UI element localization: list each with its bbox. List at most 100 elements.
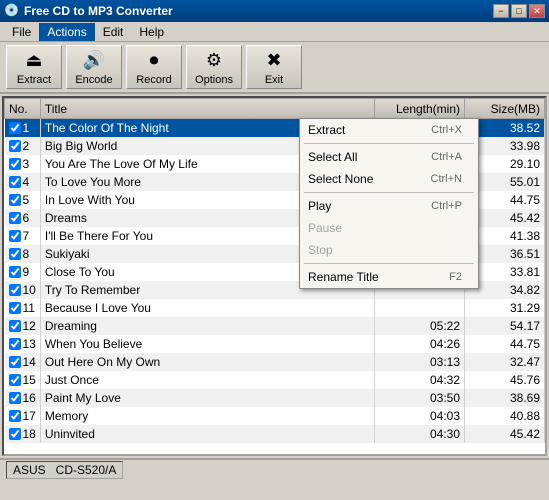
ctx-select-none-label: Select None [308,172,373,186]
track-number: 18 [23,427,36,441]
table-row[interactable]: 16Paint My Love03:5038.69 [5,389,545,407]
track-number: 17 [23,409,36,423]
title-bar: 💿 Free CD to MP3 Converter − □ ✕ [0,0,549,22]
col-header-check: No. [5,99,41,119]
track-length: 04:03 [375,407,465,425]
ctx-sep-2 [304,192,474,193]
options-label: Options [195,74,233,86]
maximize-button[interactable]: □ [511,4,527,18]
track-number-cell: 13 [5,335,41,353]
ctx-select-all[interactable]: Select All Ctrl+A [300,146,478,168]
track-number-cell: 10 [5,281,41,299]
ctx-select-none[interactable]: Select None Ctrl+N [300,168,478,190]
status-panel: ASUS CD-S520/A [6,461,123,479]
track-length: 04:30 [375,425,465,443]
ctx-rename-shortcut: F2 [449,271,462,283]
table-row[interactable]: 18Uninvited04:3045.42 [5,425,545,443]
extract-button[interactable]: ⏏ Extract [6,45,62,89]
ctx-pause: Pause [300,217,478,239]
track-length: 05:22 [375,317,465,335]
track-number: 5 [23,193,30,207]
track-checkbox[interactable] [9,392,21,404]
menu-actions[interactable]: Actions [39,23,94,41]
ctx-play[interactable]: Play Ctrl+P [300,195,478,217]
record-button[interactable]: ⏺ Record [126,45,182,89]
track-checkbox[interactable] [9,410,21,422]
track-checkbox[interactable] [9,356,21,368]
track-checkbox[interactable] [9,212,21,224]
track-size: 31.29 [465,299,545,317]
track-length: 04:26 [375,335,465,353]
track-number: 15 [23,373,36,387]
track-number: 3 [23,157,30,171]
menu-edit[interactable]: Edit [95,23,132,41]
ctx-sep-1 [304,143,474,144]
track-checkbox[interactable] [9,374,21,386]
options-button[interactable]: ⚙ Options [186,45,242,89]
track-checkbox[interactable] [9,284,21,296]
encode-icon: 🔊 [82,48,106,72]
track-checkbox[interactable] [9,428,21,440]
exit-button[interactable]: ✖ Exit [246,45,302,89]
track-number: 4 [23,175,30,189]
track-number-cell: 17 [5,407,41,425]
track-size: 40.88 [465,407,545,425]
ctx-select-all-shortcut: Ctrl+A [431,151,462,163]
ctx-pause-label: Pause [308,221,342,235]
table-row[interactable]: 14Out Here On My Own03:1332.47 [5,353,545,371]
menu-file[interactable]: File [4,23,39,41]
ctx-rename-title[interactable]: Rename Title F2 [300,266,478,288]
ctx-rename-label: Rename Title [308,270,379,284]
ctx-extract[interactable]: Extract Ctrl+X [300,119,478,141]
main-content: No. Title Length(min) Size(MB) 1The Colo… [2,96,547,456]
context-menu: Extract Ctrl+X Select All Ctrl+A Select … [299,118,479,289]
title-bar-left: 💿 Free CD to MP3 Converter [4,3,173,19]
track-checkbox[interactable] [9,320,21,332]
track-number-cell: 9 [5,263,41,281]
track-checkbox[interactable] [9,230,21,242]
track-number-cell: 6 [5,209,41,227]
track-number-cell: 5 [5,191,41,209]
track-checkbox[interactable] [9,158,21,170]
encode-button[interactable]: 🔊 Encode [66,45,122,89]
track-number-cell: 2 [5,137,41,155]
toolbar: ⏏ Extract 🔊 Encode ⏺ Record ⚙ Options ✖ … [0,42,549,94]
ctx-select-all-label: Select All [308,150,357,164]
table-row[interactable]: 17 Memory04:0340.88 [5,407,545,425]
menu-bar: File Actions Edit Help [0,22,549,42]
track-checkbox[interactable] [9,122,21,134]
track-checkbox[interactable] [9,266,21,278]
track-checkbox[interactable] [9,176,21,188]
table-row[interactable]: 13When You Believe04:2644.75 [5,335,545,353]
track-number: 16 [23,391,36,405]
status-label: ASUS CD-S520/A [13,463,116,477]
encode-label: Encode [75,74,112,86]
title-bar-buttons: − □ ✕ [493,4,545,18]
track-title: Because I Love You [40,299,374,317]
menu-help[interactable]: Help [131,23,172,41]
exit-label: Exit [265,74,283,86]
track-checkbox[interactable] [9,194,21,206]
exit-icon: ✖ [262,48,286,72]
record-icon: ⏺ [142,48,166,72]
track-checkbox[interactable] [9,302,21,314]
track-checkbox[interactable] [9,338,21,350]
app-icon: 💿 [4,3,20,19]
table-row[interactable]: 12Dreaming05:2254.17 [5,317,545,335]
track-title: Memory [40,407,374,425]
track-number-cell: 11 [5,299,41,317]
close-button[interactable]: ✕ [529,4,545,18]
track-number-cell: 15 [5,371,41,389]
table-row[interactable]: 11Because I Love You 31.29 [5,299,545,317]
track-number-cell: 18 [5,425,41,443]
ctx-play-shortcut: Ctrl+P [431,200,462,212]
track-size: 45.42 [465,425,545,443]
col-header-title: Title [40,99,374,119]
track-checkbox[interactable] [9,140,21,152]
track-number: 12 [23,319,36,333]
minimize-button[interactable]: − [493,4,509,18]
table-row[interactable]: 15Just Once04:3245.76 [5,371,545,389]
track-size: 32.47 [465,353,545,371]
ctx-sep-3 [304,263,474,264]
track-checkbox[interactable] [9,248,21,260]
